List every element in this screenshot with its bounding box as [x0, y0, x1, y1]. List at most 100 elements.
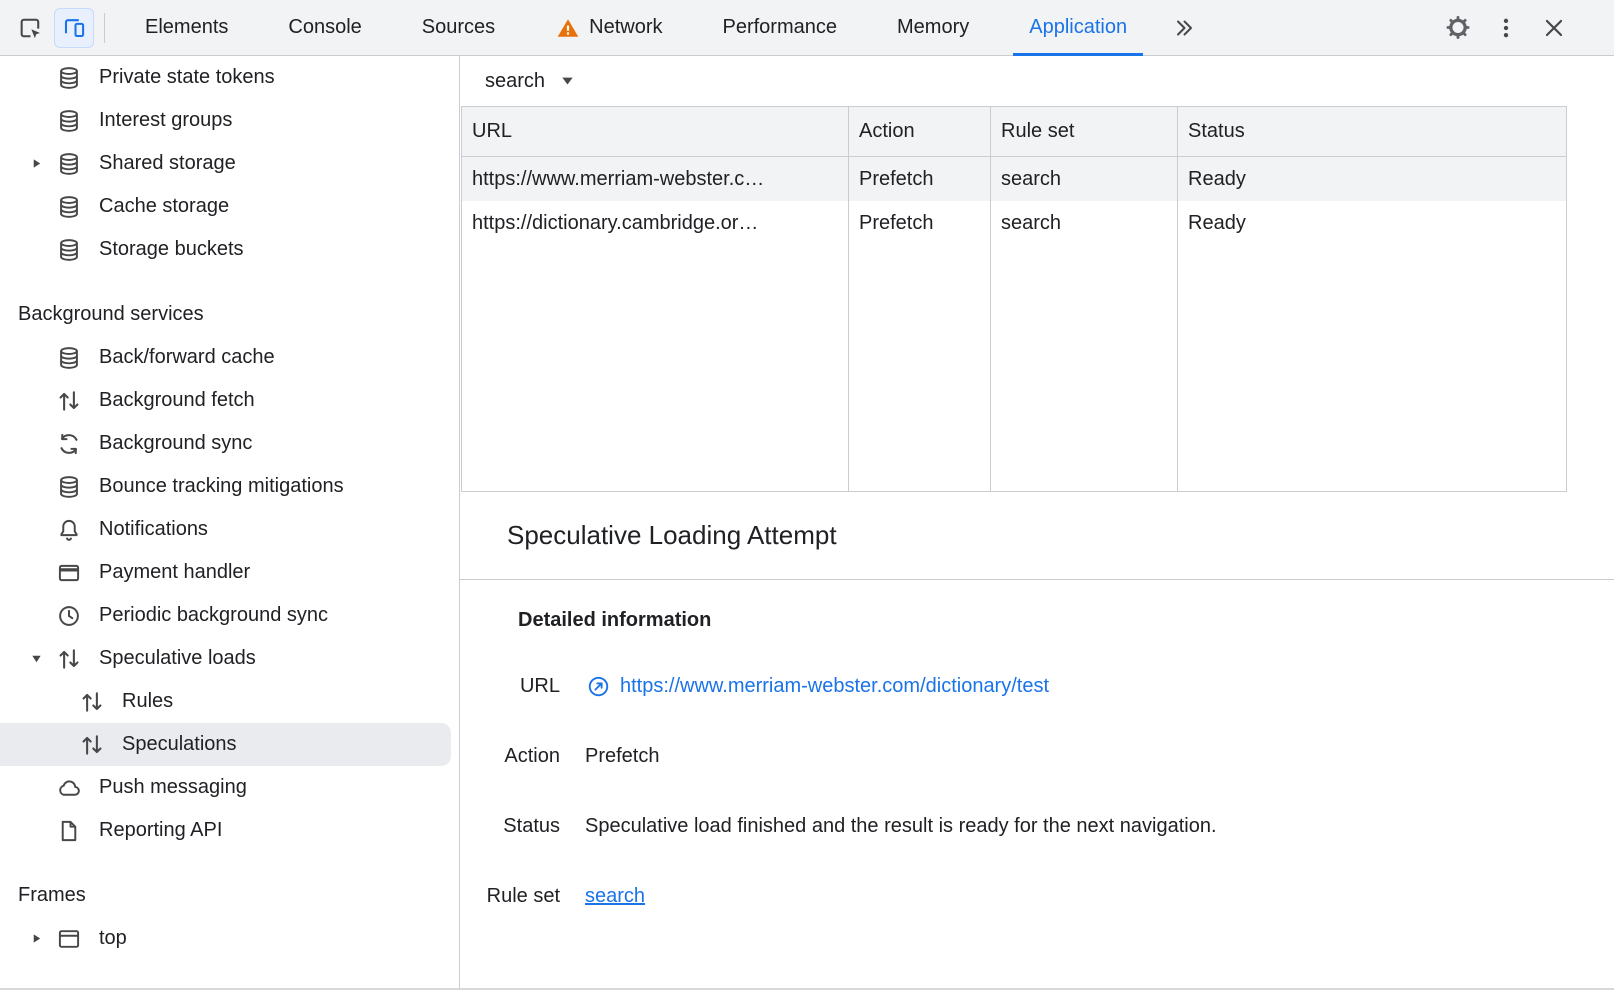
- sidebar-item-top[interactable]: top: [0, 917, 459, 960]
- detail-value: Prefetch: [585, 745, 659, 768]
- devtools-menu-button[interactable]: [1486, 8, 1526, 48]
- devtools-window: ElementsConsole Sources Network Performance…: [0, 0, 1614, 990]
- attempt-details: Detailed information URL https://www.merr…: [460, 580, 1614, 913]
- sidebar-item-push-messaging[interactable]: Push messaging: [0, 766, 459, 809]
- sidebar-item-payment-handler[interactable]: Payment handler: [0, 551, 459, 594]
- attempt-title: Speculative Loading Attempt: [507, 520, 837, 551]
- sidebar-item-label: Background sync: [99, 432, 252, 455]
- tab-console[interactable]: Console: [258, 0, 391, 56]
- tab-elements[interactable]: Elements: [115, 0, 258, 56]
- row-1-cell-url[interactable]: https://dictionary.cambridge.or…: [462, 201, 849, 245]
- sidebar-item-label: Notifications: [99, 518, 208, 541]
- ruleset-link[interactable]: search: [585, 885, 645, 908]
- sidebar-item-rules[interactable]: Rules: [0, 680, 459, 723]
- detail-row-url: URL https://www.merriam-webster.com/dicti…: [460, 670, 1614, 703]
- kebab-menu-icon: [1493, 15, 1519, 41]
- sidebar-item-background-fetch[interactable]: Background fetch: [0, 379, 459, 422]
- tab-application[interactable]: Application: [999, 0, 1157, 56]
- toggle-device-toolbar-button[interactable]: [54, 8, 94, 48]
- devtools-content: Private state tokens Interest groups Share…: [0, 56, 1614, 988]
- tab-network[interactable]: Network: [525, 0, 692, 56]
- column-header-status[interactable]: Status: [1178, 107, 1566, 157]
- tab-memory[interactable]: Memory: [867, 0, 999, 56]
- more-tabs-chevron-icon: [1171, 15, 1197, 41]
- sidebar-item-cache-storage[interactable]: Cache storage: [0, 185, 459, 228]
- toolbar-right-controls: [1438, 8, 1574, 48]
- bell-icon: [56, 517, 82, 543]
- sidebar-item-speculations[interactable]: Speculations: [0, 723, 451, 766]
- frame-icon: [56, 926, 82, 952]
- sidebar-item-label: Storage buckets: [99, 238, 244, 261]
- toolbar-separator: [104, 13, 105, 43]
- row-0-cell-rule-set[interactable]: search: [991, 157, 1178, 201]
- sidebar-item-bounce-tracking-mitigations[interactable]: Bounce tracking mitigations: [0, 465, 459, 508]
- tab-label: Sources: [422, 16, 495, 39]
- sidebar-item-interest-groups[interactable]: Interest groups: [0, 99, 459, 142]
- sidebar-item-label: Speculative loads: [99, 647, 256, 670]
- column-header-rule-set[interactable]: Rule set: [991, 107, 1178, 157]
- detail-label: URL: [460, 675, 560, 698]
- sidebar-item-shared-storage[interactable]: Shared storage: [0, 142, 459, 185]
- sidebar-item-label: Shared storage: [99, 152, 236, 175]
- sidebar-section-background-services: Background services: [0, 293, 459, 336]
- sidebar-item-label: Rules: [122, 690, 173, 713]
- sidebar-item-speculative-loads[interactable]: Speculative loads: [0, 637, 459, 680]
- tab-strip: ElementsConsole Sources Network Performance…: [115, 0, 1157, 56]
- tab-label: Network: [589, 16, 662, 39]
- database-icon: [56, 65, 82, 91]
- sidebar-item-label: Back/forward cache: [99, 346, 275, 369]
- close-devtools-button[interactable]: [1534, 8, 1574, 48]
- table-empty-area: [462, 245, 849, 491]
- sidebar-item-label: Cache storage: [99, 195, 229, 218]
- row-0-cell-url[interactable]: https://www.merriam-webster.c…: [462, 157, 849, 201]
- column-header-action[interactable]: Action: [849, 107, 991, 157]
- cloud-icon: [56, 775, 82, 801]
- row-1-cell-action[interactable]: Prefetch: [849, 201, 991, 245]
- table-empty-area: [1178, 245, 1566, 491]
- tab-label: Performance: [723, 16, 838, 39]
- tab-sources[interactable]: Sources: [392, 0, 525, 56]
- sidebar-item-back-forward-cache[interactable]: Back/forward cache: [0, 336, 459, 379]
- row-1-cell-status[interactable]: Ready: [1178, 201, 1566, 245]
- filter-label: search: [485, 70, 545, 93]
- sidebar-item-private-state-tokens[interactable]: Private state tokens: [0, 56, 459, 99]
- sidebar-item-reporting-api[interactable]: Reporting API: [0, 809, 459, 852]
- sidebar-item-notifications[interactable]: Notifications: [0, 508, 459, 551]
- database-icon: [56, 194, 82, 220]
- detail-value: Speculative load finished and the result…: [585, 815, 1217, 838]
- tab-performance[interactable]: Performance: [693, 0, 868, 56]
- collapse-arrow-icon[interactable]: [16, 652, 56, 665]
- more-tabs-button[interactable]: [1157, 0, 1211, 56]
- ruleset-filter-dropdown[interactable]: search: [485, 68, 580, 95]
- row-1-cell-rule-set[interactable]: search: [991, 201, 1178, 245]
- reveal-request-icon[interactable]: [585, 674, 611, 700]
- details-heading: Detailed information: [518, 607, 1614, 633]
- column-header-url[interactable]: URL: [462, 107, 849, 157]
- devtools-toolbar: ElementsConsole Sources Network Performance…: [0, 0, 1614, 56]
- sidebar-item-label: Speculations: [122, 733, 237, 756]
- row-0-cell-action[interactable]: Prefetch: [849, 157, 991, 201]
- expand-arrow-icon[interactable]: [16, 932, 56, 945]
- sidebar-item-periodic-background-sync[interactable]: Periodic background sync: [0, 594, 459, 637]
- document-icon: [56, 818, 82, 844]
- sidebar-item-label: Interest groups: [99, 109, 232, 132]
- detail-row-status: StatusSpeculative load finished and the …: [460, 810, 1614, 843]
- sidebar-item-label: Private state tokens: [99, 66, 275, 89]
- close-icon: [1541, 15, 1567, 41]
- detail-value: https://www.merriam-webster.com/dictiona…: [585, 674, 1049, 700]
- expand-arrow-icon[interactable]: [16, 157, 56, 170]
- arrows-up-down-icon: [56, 646, 82, 672]
- sidebar-item-label: Periodic background sync: [99, 604, 328, 627]
- tab-label: Application: [1029, 16, 1127, 39]
- inspect-element-button[interactable]: [10, 8, 50, 48]
- sidebar-item-label: Reporting API: [99, 819, 222, 842]
- settings-button[interactable]: [1438, 8, 1478, 48]
- main-panel: search URLActionRule setStatushttps://ww…: [460, 56, 1614, 988]
- row-0-cell-status[interactable]: Ready: [1178, 157, 1566, 201]
- sidebar-item-storage-buckets[interactable]: Storage buckets: [0, 228, 459, 271]
- attempt-url-link[interactable]: https://www.merriam-webster.com/dictiona…: [620, 675, 1049, 698]
- database-icon: [56, 151, 82, 177]
- sidebar-item-label: top: [99, 927, 127, 950]
- tab-label: Memory: [897, 16, 969, 39]
- sidebar-item-background-sync[interactable]: Background sync: [0, 422, 459, 465]
